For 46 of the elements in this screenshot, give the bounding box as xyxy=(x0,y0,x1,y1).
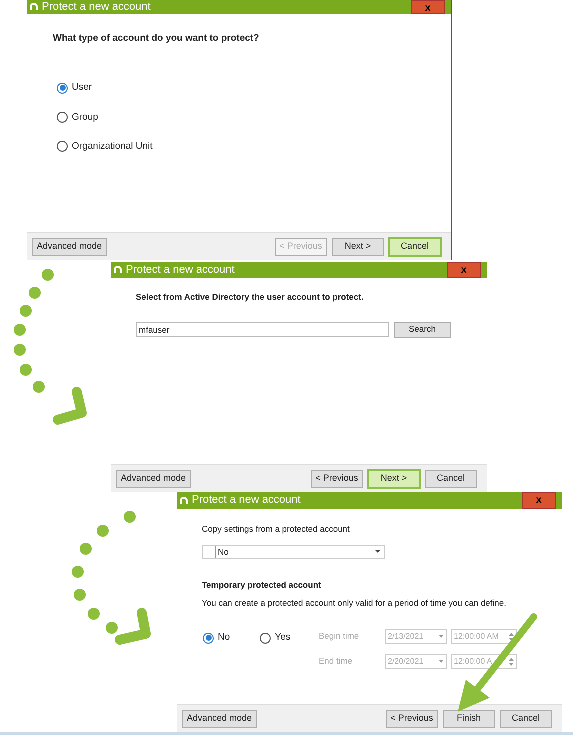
question: What type of account do you want to protect? xyxy=(53,32,260,46)
app-icon xyxy=(180,496,188,504)
window-title: Protect a new account xyxy=(42,2,151,12)
spinner-icon xyxy=(509,658,514,666)
radio-button[interactable] xyxy=(57,82,68,94)
radio-button[interactable] xyxy=(57,112,68,124)
footer-button[interactable]: Cancel xyxy=(389,238,441,256)
radio-button[interactable] xyxy=(57,141,68,152)
advanced-mode-button[interactable]: Advanced mode xyxy=(182,710,258,728)
footer-button[interactable]: Cancel xyxy=(500,710,552,728)
footer-button[interactable]: < Previous xyxy=(311,470,363,488)
window-title: Protect a new account xyxy=(192,495,301,506)
dropdown-value: No xyxy=(215,546,372,558)
radio-button[interactable] xyxy=(260,632,272,644)
search-button[interactable]: Search xyxy=(394,322,451,338)
time-label: Begin time xyxy=(319,630,360,644)
time-label: End time xyxy=(319,655,354,668)
copy-label: Copy settings from a protected account xyxy=(202,523,351,536)
footer-button[interactable]: Next > xyxy=(368,470,420,488)
window-title: Protect a new account xyxy=(126,264,235,276)
spinner-icon xyxy=(509,632,514,641)
search-field[interactable]: mfauser xyxy=(136,322,389,338)
caret-icon xyxy=(374,549,382,554)
radio-label: User xyxy=(72,81,92,96)
app-icon xyxy=(30,3,38,11)
question: Select from Active Directory the user account to protect. xyxy=(136,291,365,304)
advanced-mode-button[interactable]: Advanced mode xyxy=(32,238,108,256)
close-button[interactable]: x xyxy=(522,492,556,509)
footer-button[interactable]: < Previous xyxy=(386,710,438,728)
caret-icon xyxy=(439,635,444,638)
footer-button[interactable]: Next > xyxy=(332,238,384,256)
advanced-mode-button[interactable]: Advanced mode xyxy=(116,470,192,488)
footer-button[interactable]: Cancel xyxy=(425,470,477,488)
caret-icon xyxy=(439,660,444,664)
temp-description: You can create a protected account only valid for a period of time you can define. xyxy=(202,596,508,610)
close-button[interactable]: x xyxy=(411,0,445,14)
footer-button[interactable]: Finish xyxy=(443,710,495,728)
close-button[interactable]: x xyxy=(447,262,481,278)
temp-heading: Temporary protected account xyxy=(202,578,322,592)
app-icon xyxy=(114,266,122,274)
radio-label: Group xyxy=(72,110,98,124)
radio-button[interactable] xyxy=(203,632,214,644)
radio-label: No xyxy=(218,631,230,646)
dropdown[interactable]: No xyxy=(202,544,385,559)
radio-label: Yes xyxy=(275,631,291,646)
radio-label: Organizational Unit xyxy=(72,140,153,154)
